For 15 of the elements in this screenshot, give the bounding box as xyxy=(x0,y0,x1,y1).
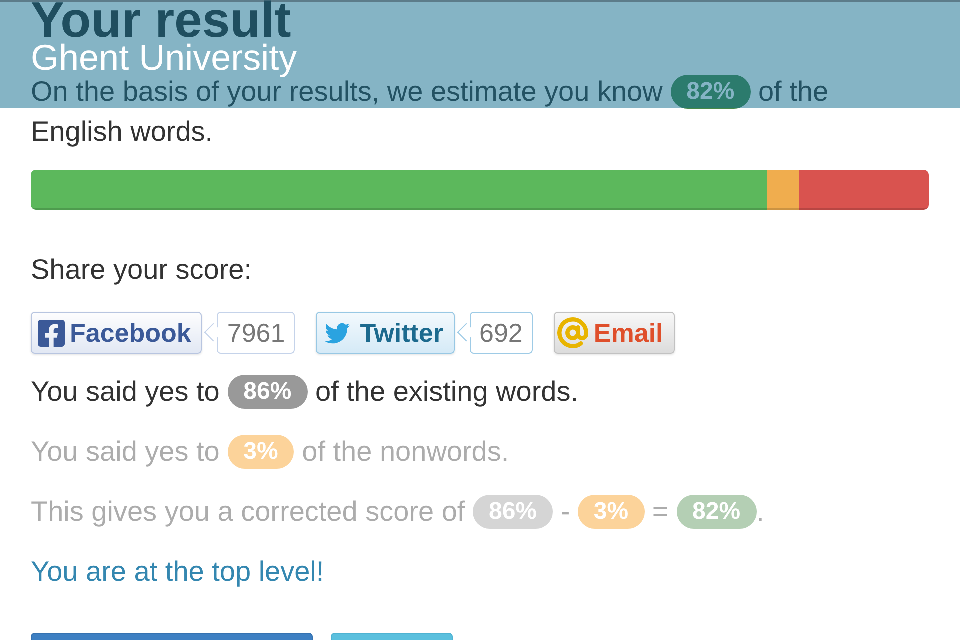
footer-button[interactable] xyxy=(331,633,453,640)
share-label: Share your score: xyxy=(31,253,252,287)
page-title: Your result xyxy=(31,0,292,40)
share-count: 7961 xyxy=(204,312,296,354)
result-sentence: You said yes to 86% of the existing words. xyxy=(31,374,579,411)
email-button[interactable]: Email xyxy=(554,312,676,354)
level-message: You are at the top level! xyxy=(31,555,324,589)
at-sign-icon xyxy=(556,317,589,349)
facebook-button[interactable]: Facebook xyxy=(31,312,202,354)
twitter-button[interactable]: Twitter xyxy=(316,312,455,354)
share-count: 692 xyxy=(456,312,533,354)
facebook-icon xyxy=(38,320,65,346)
result-sentence: You said yes to 3% of the nonwords. xyxy=(31,434,510,471)
bird-icon xyxy=(325,320,350,346)
footer-button[interactable] xyxy=(31,633,313,640)
